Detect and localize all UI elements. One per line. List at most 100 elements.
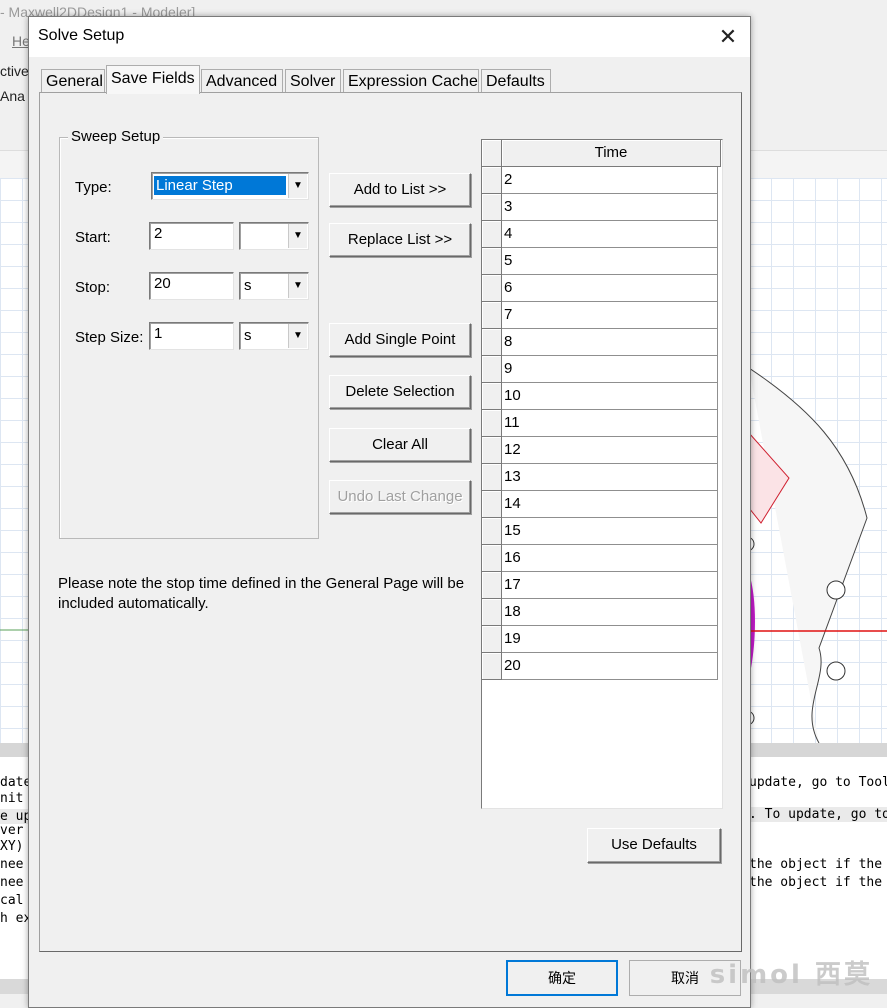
table-row[interactable]: 15 xyxy=(482,518,720,545)
row-header-cell[interactable] xyxy=(482,194,502,221)
table-row[interactable]: 18 xyxy=(482,599,720,626)
time-cell[interactable]: 3 xyxy=(502,194,718,221)
use-defaults-button[interactable]: Use Defaults xyxy=(587,828,721,863)
row-header-cell[interactable] xyxy=(482,491,502,518)
table-row[interactable]: 6 xyxy=(482,275,720,302)
chevron-down-icon[interactable]: ▼ xyxy=(288,324,307,348)
stop-unit-value: s xyxy=(244,277,252,294)
tab-solver[interactable]: Solver xyxy=(285,69,341,93)
time-cell[interactable]: 6 xyxy=(502,275,718,302)
row-header-cell[interactable] xyxy=(482,302,502,329)
stop-unit-select[interactable]: s ▼ xyxy=(239,272,309,300)
row-header-cell[interactable] xyxy=(482,464,502,491)
time-cell[interactable]: 10 xyxy=(502,383,718,410)
close-icon[interactable]: ✕ xyxy=(714,23,742,51)
table-row[interactable]: 3 xyxy=(482,194,720,221)
row-header-cell[interactable] xyxy=(482,410,502,437)
row-header-cell[interactable] xyxy=(482,599,502,626)
message-line: the object if the xyxy=(749,857,883,872)
time-cell[interactable]: 4 xyxy=(502,221,718,248)
solve-setup-dialog: Solve Setup ✕ General Save Fields Advanc… xyxy=(28,16,751,1008)
time-cell[interactable]: 17 xyxy=(502,572,718,599)
time-list-table[interactable]: Time 2 3 4 5 6 7 8 9 10 11 12 13 14 15 16 17 18 19 20 xyxy=(481,139,723,809)
row-header-cell[interactable] xyxy=(482,356,502,383)
row-header-cell[interactable] xyxy=(482,437,502,464)
time-cell[interactable]: 18 xyxy=(502,599,718,626)
table-corner-cell[interactable] xyxy=(482,140,502,167)
row-header-cell[interactable] xyxy=(482,248,502,275)
table-row[interactable]: 4 xyxy=(482,221,720,248)
row-header-cell[interactable] xyxy=(482,221,502,248)
table-row[interactable]: 8 xyxy=(482,329,720,356)
table-row[interactable]: 19 xyxy=(482,626,720,653)
modeler-canvas-right[interactable] xyxy=(749,178,887,743)
time-cell[interactable]: 13 xyxy=(502,464,718,491)
table-row[interactable]: 5 xyxy=(482,248,720,275)
table-row[interactable]: 12 xyxy=(482,437,720,464)
dialog-titlebar[interactable]: Solve Setup ✕ xyxy=(29,17,750,57)
time-column-header[interactable]: Time xyxy=(502,140,721,167)
chevron-down-icon[interactable]: ▼ xyxy=(288,224,307,248)
time-cell[interactable]: 5 xyxy=(502,248,718,275)
message-line: e up xyxy=(0,809,28,824)
table-row[interactable]: 20 xyxy=(482,653,720,680)
table-row[interactable]: 14 xyxy=(482,491,720,518)
tab-save-fields[interactable]: Save Fields xyxy=(106,65,200,94)
time-cell[interactable]: 16 xyxy=(502,545,718,572)
start-input[interactable]: 2 xyxy=(149,222,234,250)
canvas-axis-left xyxy=(0,629,28,631)
tab-defaults[interactable]: Defaults xyxy=(481,69,551,93)
time-cell[interactable]: 15 xyxy=(502,518,718,545)
time-cell[interactable]: 9 xyxy=(502,356,718,383)
row-header-cell[interactable] xyxy=(482,626,502,653)
time-cell[interactable]: 19 xyxy=(502,626,718,653)
time-cell[interactable]: 2 xyxy=(502,167,718,194)
chevron-down-icon[interactable]: ▼ xyxy=(288,174,307,198)
tab-general[interactable]: General xyxy=(41,69,105,93)
table-row[interactable]: 2 xyxy=(482,167,720,194)
step-unit-select[interactable]: s ▼ xyxy=(239,322,309,350)
time-cell[interactable]: 11 xyxy=(502,410,718,437)
table-row[interactable]: 16 xyxy=(482,545,720,572)
modeler-canvas-left[interactable] xyxy=(0,178,28,743)
table-row[interactable]: 9 xyxy=(482,356,720,383)
table-row[interactable]: 7 xyxy=(482,302,720,329)
sweep-type-select[interactable]: Linear Step ▼ xyxy=(151,172,309,200)
stop-input[interactable]: 20 xyxy=(149,272,234,300)
time-cell[interactable]: 8 xyxy=(502,329,718,356)
row-header-cell[interactable] xyxy=(482,329,502,356)
start-unit-select[interactable]: ▼ xyxy=(239,222,309,250)
add-to-list-button[interactable]: Add to List >> xyxy=(329,173,471,207)
sweep-type-value: Linear Step xyxy=(154,176,286,195)
row-header-cell[interactable] xyxy=(482,518,502,545)
step-size-input[interactable]: 1 xyxy=(149,322,234,350)
table-row[interactable]: 13 xyxy=(482,464,720,491)
row-header-cell[interactable] xyxy=(482,275,502,302)
time-cell[interactable]: 14 xyxy=(502,491,718,518)
tab-expression-cache[interactable]: Expression Cache xyxy=(343,69,479,93)
tab-advanced[interactable]: Advanced xyxy=(201,69,283,93)
row-header-cell[interactable] xyxy=(482,383,502,410)
message-panel-right: update, go to Tools . To update, go to t… xyxy=(749,743,887,979)
row-header-cell[interactable] xyxy=(482,653,502,680)
time-cell[interactable]: 12 xyxy=(502,437,718,464)
ok-button[interactable]: 确定 xyxy=(506,960,618,996)
message-line: nee xyxy=(0,857,24,872)
chevron-down-icon[interactable]: ▼ xyxy=(288,274,307,298)
start-label: Start: xyxy=(75,229,111,246)
delete-selection-button[interactable]: Delete Selection xyxy=(329,375,471,409)
time-cell[interactable]: 20 xyxy=(502,653,718,680)
table-row[interactable]: 10 xyxy=(482,383,720,410)
replace-list-button[interactable]: Replace List >> xyxy=(329,223,471,257)
table-row[interactable]: 11 xyxy=(482,410,720,437)
stop-time-note: Please note the stop time defined in the… xyxy=(58,575,465,612)
time-cell[interactable]: 7 xyxy=(502,302,718,329)
add-single-point-button[interactable]: Add Single Point xyxy=(329,323,471,357)
clear-all-button[interactable]: Clear All xyxy=(329,428,471,462)
row-header-cell[interactable] xyxy=(482,572,502,599)
message-line: . To update, go to xyxy=(749,807,887,822)
row-header-cell[interactable] xyxy=(482,545,502,572)
row-header-cell[interactable] xyxy=(482,167,502,194)
undo-last-change-button[interactable]: Undo Last Change xyxy=(329,480,471,514)
table-row[interactable]: 17 xyxy=(482,572,720,599)
